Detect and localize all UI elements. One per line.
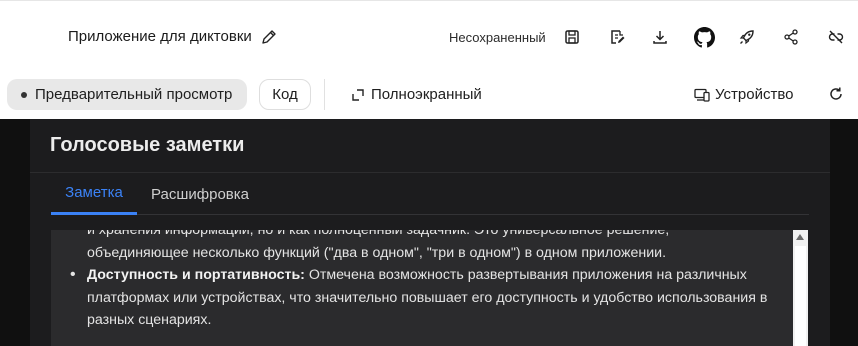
tab-transcript[interactable]: Расшифровка [151, 173, 249, 215]
device-icon [694, 88, 710, 102]
scrollbar-thumb[interactable] [795, 246, 806, 346]
note-list: Доступность и портативность: Отмечена во… [70, 264, 779, 332]
code-label: Код [272, 86, 298, 103]
share-icon[interactable] [781, 27, 801, 47]
top-header: Приложение для диктовки Несохраненный [0, 0, 858, 69]
save-status: Несохраненный [449, 30, 546, 45]
device-label: Устройство [715, 86, 794, 103]
code-button[interactable]: Код [259, 79, 311, 110]
note-text-line: и хранения информации, но и как полноцен… [87, 230, 670, 238]
device-button[interactable]: Устройство [694, 86, 793, 103]
note-text-line: объединяющее несколько функций ("два в о… [87, 244, 667, 261]
toolbar-divider [324, 79, 325, 110]
pencil-icon[interactable] [261, 29, 277, 45]
tab-note[interactable]: Заметка [51, 173, 137, 215]
save-icon[interactable] [562, 27, 582, 47]
edit-file-icon[interactable] [607, 27, 627, 47]
github-icon[interactable] [693, 26, 715, 48]
fullscreen-button[interactable]: Полноэкранный [352, 86, 482, 103]
bullet-title: Доступность и портативность: [87, 267, 305, 283]
active-dot-icon [21, 91, 27, 98]
list-item: Доступность и портативность: Отмечена во… [70, 264, 779, 332]
scrollbar[interactable] [793, 230, 808, 346]
preview-area: Голосовые заметки Заметка Расшифровка и … [0, 119, 858, 346]
note-content[interactable]: и хранения информации, но и как полноцен… [51, 230, 793, 346]
rocket-icon[interactable] [737, 27, 757, 47]
preview-label: Предварительный просмотр [35, 86, 233, 103]
link-off-icon[interactable] [826, 27, 846, 47]
refresh-icon[interactable] [828, 86, 844, 102]
fullscreen-label: Полноэкранный [371, 86, 482, 103]
page-title: Голосовые заметки [50, 134, 245, 156]
app-card: Голосовые заметки Заметка Расшифровка и … [30, 119, 830, 346]
scroll-up-icon[interactable] [796, 234, 804, 240]
download-icon[interactable] [650, 27, 670, 47]
expand-icon [352, 88, 364, 101]
tab-bar: Заметка Расшифровка [51, 173, 809, 215]
app-title: Приложение для диктовки [68, 28, 252, 45]
preview-toolbar: Предварительный просмотр Код Полноэкранн… [0, 69, 858, 119]
preview-button[interactable]: Предварительный просмотр [7, 79, 247, 110]
